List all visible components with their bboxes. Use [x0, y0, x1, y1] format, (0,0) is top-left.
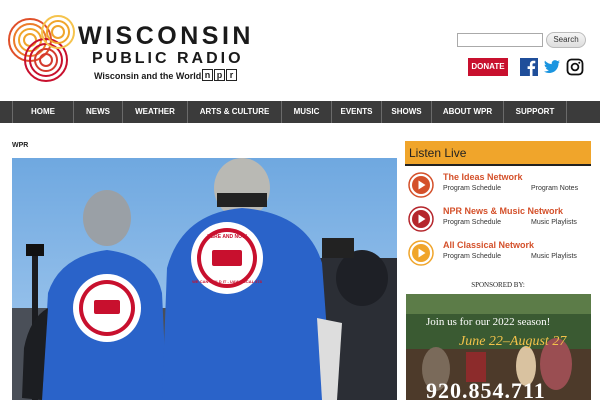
station-all-classical: All Classical Network Program Schedule M… [408, 238, 593, 268]
breadcrumb[interactable]: WPR [12, 142, 28, 149]
program-schedule-link[interactable]: Program Schedule [443, 219, 501, 226]
nav-about-wpr[interactable]: ABOUT WPR [432, 101, 504, 123]
program-schedule-link[interactable]: Program Schedule [443, 185, 501, 192]
npr-letter-p: p [214, 69, 225, 81]
play-icon[interactable] [408, 172, 434, 198]
play-icon[interactable] [408, 206, 434, 232]
sponsor-ad[interactable]: Join us for our 2022 season! June 22–Aug… [406, 294, 591, 400]
nav-news[interactable]: NEWS [74, 101, 123, 123]
station-name[interactable]: All Classical Network [443, 240, 534, 250]
site-subtitle[interactable]: PUBLIC RADIO [92, 50, 244, 68]
ad-phone: 920.854.711 [426, 378, 546, 400]
listen-live-title: Listen Live [409, 146, 467, 160]
npr-letter-r: r [226, 69, 237, 81]
program-schedule-link[interactable]: Program Schedule [443, 253, 501, 260]
nav-shows[interactable]: SHOWS [382, 101, 432, 123]
donate-button[interactable]: DONATE [468, 58, 508, 76]
program-notes-link[interactable]: Program Notes [531, 185, 578, 192]
npr-logo[interactable]: n p r [202, 69, 238, 81]
facebook-icon[interactable] [520, 58, 538, 76]
hero-photo[interactable]: HERE AND NOW WE CAN BUILD IT - UAW LOCAL… [12, 158, 397, 400]
npr-letter-n: n [202, 69, 213, 81]
listen-live-header: Listen Live [405, 141, 591, 166]
hero-photo-image: HERE AND NOW WE CAN BUILD IT - UAW LOCAL… [12, 158, 397, 400]
nav-weather[interactable]: WEATHER [123, 101, 188, 123]
shirt-subtext: WE CAN BUILD IT - UAW LOCAL 578 [192, 279, 262, 284]
twitter-icon[interactable] [543, 58, 561, 76]
site-tagline: Wisconsin and the World. [94, 71, 204, 81]
nav-music[interactable]: MUSIC [282, 101, 332, 123]
music-playlists-link[interactable]: Music Playlists [531, 219, 577, 226]
sponsored-label: SPONSORED BY: [471, 281, 525, 289]
nav-home[interactable]: HOME [12, 101, 74, 123]
site-title[interactable]: WISCONSIN [78, 22, 254, 50]
ad-dates: June 22–August 27 [459, 334, 567, 349]
ad-headline: Join us for our 2022 season! [426, 316, 551, 328]
site-header: WISCONSIN PUBLIC RADIO Wisconsin and the… [0, 0, 600, 98]
music-playlists-link[interactable]: Music Playlists [531, 253, 577, 260]
instagram-icon[interactable] [566, 58, 584, 76]
nav-arts-culture[interactable]: ARTS & CULTURE [188, 101, 282, 123]
nav-events[interactable]: EVENTS [332, 101, 382, 123]
nav-support[interactable]: SUPPORT [504, 101, 567, 123]
station-name[interactable]: The Ideas Network [443, 172, 523, 182]
search-button[interactable]: Search [546, 32, 586, 48]
shirt-text: HERE AND NOW [207, 234, 247, 240]
wpr-logo-icon[interactable] [6, 10, 82, 82]
station-npr-news-music: NPR News & Music Network Program Schedul… [408, 204, 593, 234]
search-input[interactable] [457, 33, 543, 47]
main-nav: HOME NEWS WEATHER ARTS & CULTURE MUSIC E… [0, 101, 600, 123]
station-ideas-network: The Ideas Network Program Schedule Progr… [408, 170, 593, 200]
play-icon[interactable] [408, 240, 434, 266]
station-name[interactable]: NPR News & Music Network [443, 206, 563, 216]
